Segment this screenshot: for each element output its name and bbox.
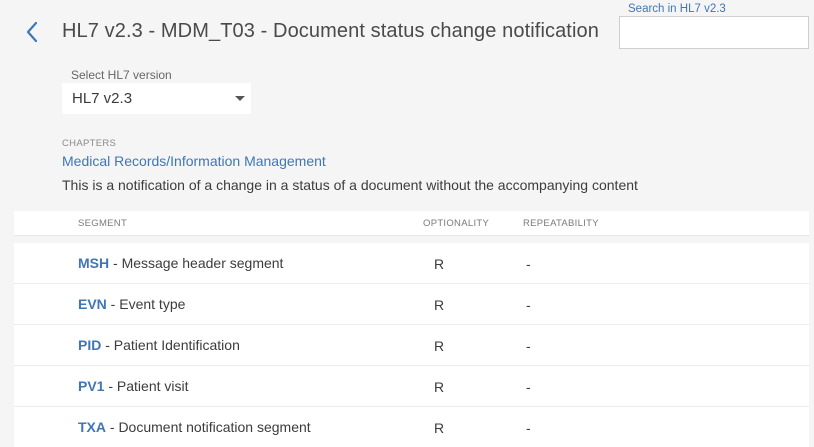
repeatability-cell: - [526, 379, 531, 395]
segment-code-link[interactable]: MSH [78, 255, 109, 271]
table-header: SEGMENT OPTIONALITY REPEATABILITY [14, 211, 809, 236]
repeatability-cell: - [526, 256, 531, 272]
segment-code-link[interactable]: TXA [78, 419, 106, 435]
segment-cell: PV1 - Patient visit [78, 378, 189, 394]
segment-description: - Event type [106, 296, 186, 312]
optionality-cell: R [434, 256, 445, 272]
chapters-label: CHAPTERS [62, 138, 117, 149]
table-body: MSH - Message header segment R - EVN - E… [14, 243, 809, 447]
segment-cell: EVN - Event type [78, 296, 185, 312]
page-title: HL7 v2.3 - MDM_T03 - Document status cha… [62, 20, 599, 42]
message-description: This is a notification of a change in a … [62, 177, 638, 193]
segments-table: SEGMENT OPTIONALITY REPEATABILITY MSH - … [14, 211, 809, 447]
column-header-segment: SEGMENT [78, 218, 128, 229]
segment-code-link[interactable]: PV1 [78, 378, 104, 394]
table-row: PID - Patient Identification R - [14, 325, 809, 366]
chapter-link[interactable]: Medical Records/Information Management [62, 153, 326, 169]
repeatability-cell: - [526, 297, 531, 313]
segment-description: - Patient Identification [101, 337, 240, 353]
segment-cell: PID - Patient Identification [78, 337, 240, 353]
segment-description: - Document notification segment [106, 419, 311, 435]
segment-code-link[interactable]: EVN [78, 296, 107, 312]
optionality-cell: R [434, 338, 445, 354]
optionality-cell: R [434, 379, 445, 395]
repeatability-cell: - [526, 420, 531, 436]
table-row: MSH - Message header segment R - [14, 243, 809, 284]
table-row: TXA - Document notification segment R - [14, 407, 809, 447]
version-select-value: HL7 v2.3 [72, 90, 133, 107]
optionality-cell: R [434, 297, 445, 313]
search-input[interactable] [619, 16, 809, 49]
back-button[interactable] [20, 20, 44, 44]
chevron-left-icon [26, 21, 38, 43]
table-row: PV1 - Patient visit R - [14, 366, 809, 407]
segment-cell: TXA - Document notification segment [78, 419, 311, 435]
search-label: Search in HL7 v2.3 [628, 3, 726, 15]
segment-code-link[interactable]: PID [78, 337, 101, 353]
column-header-optionality: OPTIONALITY [423, 218, 490, 229]
optionality-cell: R [434, 420, 445, 436]
caret-down-icon [235, 96, 245, 101]
segment-cell: MSH - Message header segment [78, 255, 283, 271]
segment-description: - Message header segment [109, 255, 284, 271]
version-select-label: Select HL7 version [71, 68, 172, 82]
repeatability-cell: - [526, 338, 531, 354]
table-row: EVN - Event type R - [14, 284, 809, 325]
segment-description: - Patient visit [104, 378, 189, 394]
column-header-repeatability: REPEATABILITY [523, 218, 599, 229]
version-select[interactable]: HL7 v2.3 [62, 83, 251, 114]
